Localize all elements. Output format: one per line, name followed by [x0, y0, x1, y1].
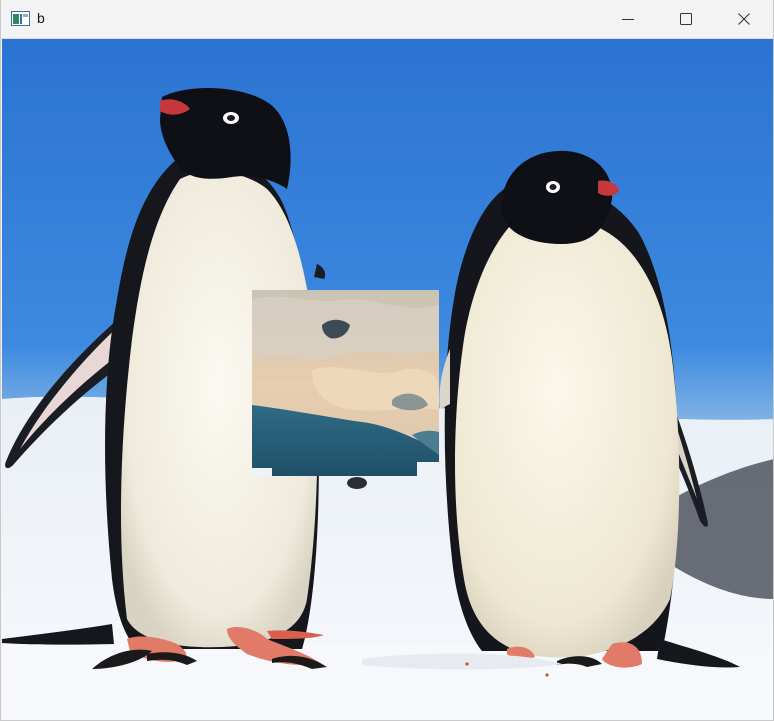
app-icon [11, 11, 30, 26]
app-window: b [0, 0, 774, 721]
small-rock [347, 477, 367, 489]
minimize-button[interactable] [599, 0, 657, 38]
maximize-icon [680, 13, 692, 25]
close-button[interactable] [715, 0, 773, 38]
minimize-icon [622, 19, 634, 20]
overlay-patch [252, 290, 439, 476]
snow-speck [545, 673, 549, 677]
close-icon [738, 13, 750, 25]
image-canvas [2, 39, 773, 720]
snow-speck [465, 662, 469, 666]
title-bar[interactable]: b [1, 0, 773, 39]
maximize-button[interactable] [657, 0, 715, 38]
window-title: b [37, 10, 45, 26]
penguins-photo [2, 39, 773, 720]
